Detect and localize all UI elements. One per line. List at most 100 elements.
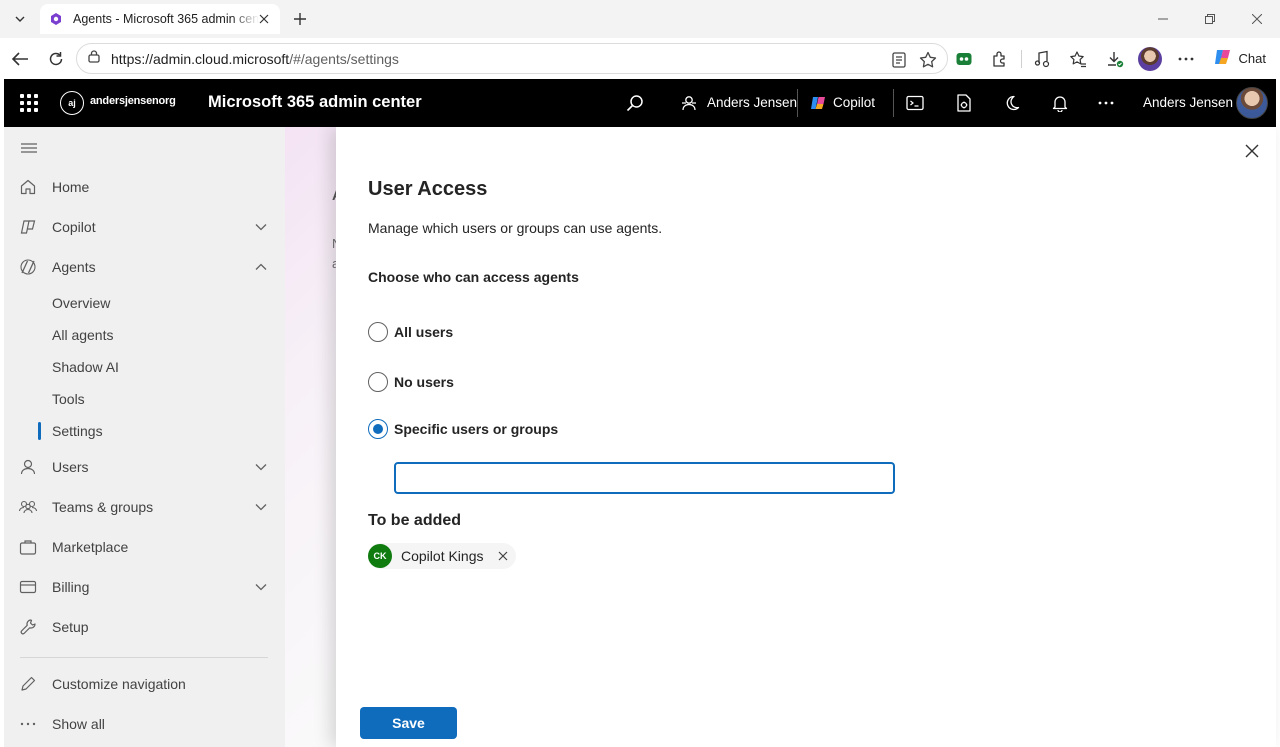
profile-photo — [1138, 47, 1162, 71]
users-groups-search-input[interactable] — [394, 462, 895, 494]
user-name[interactable]: Anders Jensen — [1143, 95, 1233, 110]
terminal-icon[interactable] — [903, 91, 927, 115]
panel-description: Manage which users or groups can use age… — [368, 220, 663, 236]
nav-item-copilot[interactable]: Copilot — [4, 207, 285, 247]
new-tab-plus-icon[interactable] — [288, 8, 312, 30]
extensions-puzzle-icon[interactable] — [988, 47, 1012, 71]
tab-close-icon[interactable] — [256, 11, 272, 27]
nav-label-home: Home — [52, 179, 90, 195]
back-arrow-icon[interactable] — [7, 46, 33, 72]
tab-actions-chevron-icon[interactable] — [8, 8, 32, 30]
url-host: https://admin.cloud.microsoft — [111, 50, 290, 67]
account-switch-label[interactable]: Anders Jensen — [707, 95, 797, 110]
nav-sub-all-agents[interactable]: All agents — [4, 319, 285, 351]
wrench-icon — [18, 617, 38, 637]
nav-item-show-all[interactable]: Show all — [4, 704, 285, 744]
radio-no-users[interactable]: No users — [368, 371, 454, 393]
nav-sub-tools[interactable]: Tools — [4, 383, 285, 415]
radio-label: All users — [394, 324, 454, 340]
nav-sub-settings[interactable]: Settings — [4, 415, 285, 447]
refresh-icon[interactable] — [43, 46, 69, 72]
nav-label-customize: Customize navigation — [52, 676, 186, 692]
document-admin-icon[interactable] — [952, 91, 976, 115]
user-avatar[interactable] — [1236, 87, 1268, 119]
card-icon — [18, 577, 38, 597]
downloads-icon[interactable] — [1103, 47, 1127, 71]
remove-chip-close-icon[interactable] — [496, 549, 510, 563]
media-control-icon[interactable] — [1030, 47, 1054, 71]
nav-item-billing[interactable]: Billing — [4, 567, 285, 607]
nav-label-agents: Agents — [52, 259, 96, 275]
address-bar[interactable]: https://admin.cloud.microsoft/#/agents/s… — [76, 43, 948, 74]
user-icon — [18, 457, 38, 477]
nav-item-home[interactable]: Home — [4, 167, 285, 207]
chevron-down-icon[interactable] — [253, 579, 269, 595]
copilot-label[interactable]: Copilot — [833, 95, 875, 110]
header-divider-2 — [893, 89, 894, 117]
nav-divider — [20, 657, 268, 658]
nav-label-show-all: Show all — [52, 716, 105, 732]
collapse-nav-hamburger-icon[interactable] — [20, 141, 38, 153]
radio-button-selected[interactable] — [368, 419, 388, 439]
nav-item-agents[interactable]: Agents — [4, 247, 285, 287]
browser-tab-bar: Agents - Microsoft 365 admin center — [0, 0, 1280, 38]
left-navigation: Home Copilot Agents Overview All agents … — [4, 127, 285, 747]
chevron-up-icon[interactable] — [253, 259, 269, 275]
more-ellipsis-icon[interactable] — [1094, 91, 1118, 115]
copilot-chat-button[interactable]: Chat — [1207, 45, 1272, 72]
favorite-star-icon[interactable] — [918, 50, 938, 70]
app-title[interactable]: Microsoft 365 admin center — [208, 93, 422, 112]
chevron-down-icon[interactable] — [253, 219, 269, 235]
chevron-down-icon[interactable] — [253, 459, 269, 475]
nav-item-setup[interactable]: Setup — [4, 607, 285, 647]
app-launcher-icon[interactable] — [18, 92, 40, 114]
reading-view-icon[interactable] — [889, 50, 909, 70]
header-divider — [797, 89, 798, 117]
profile-avatar[interactable] — [1138, 47, 1162, 71]
radio-button[interactable] — [368, 372, 388, 392]
panel-close-icon[interactable] — [1242, 141, 1262, 161]
group-avatar: CK — [368, 544, 392, 568]
minimize-icon[interactable] — [1139, 0, 1186, 38]
radio-button[interactable] — [368, 322, 388, 342]
radio-all-users[interactable]: All users — [368, 321, 453, 343]
restore-icon[interactable] — [1186, 0, 1233, 38]
nav-item-marketplace[interactable]: Marketplace — [4, 527, 285, 567]
window-controls — [1139, 0, 1280, 38]
nav-item-customize-navigation[interactable]: Customize navigation — [4, 664, 285, 704]
search-icon[interactable] — [623, 91, 647, 115]
nav-item-users[interactable]: Users — [4, 447, 285, 487]
nav-sub-label: Overview — [52, 295, 111, 311]
notifications-bell-icon[interactable] — [1048, 91, 1072, 115]
extension-green-icon[interactable] — [952, 47, 976, 71]
more-options-icon[interactable] — [1174, 47, 1198, 71]
org-logo[interactable]: aj — [60, 91, 84, 115]
nav-sub-label: All agents — [52, 327, 114, 343]
group-name: Copilot Kings — [401, 548, 484, 564]
nav-sub-label: Settings — [52, 423, 103, 439]
favorites-icon[interactable] — [1066, 47, 1090, 71]
agents-icon — [18, 257, 38, 277]
toolbar-divider — [1021, 50, 1022, 68]
active-indicator — [38, 422, 41, 440]
dark-mode-moon-icon[interactable] — [1000, 91, 1024, 115]
account-switch-icon[interactable] — [677, 91, 701, 115]
site-info-lock-icon[interactable] — [87, 49, 101, 68]
user-access-panel: User Access Manage which users or groups… — [336, 127, 1276, 747]
radio-specific-users-groups[interactable]: Specific users or groups — [368, 418, 558, 440]
nav-sub-shadow-ai[interactable]: Shadow AI — [4, 351, 285, 383]
tab-title: Agents - Microsoft 365 admin center — [73, 12, 259, 26]
nav-sub-overview[interactable]: Overview — [4, 287, 285, 319]
window-close-icon[interactable] — [1233, 0, 1280, 38]
m365-header: aj andersjensenorg Microsoft 365 admin c… — [4, 79, 1276, 127]
url-text: https://admin.cloud.microsoft/#/agents/s… — [111, 51, 399, 67]
browser-tab[interactable]: Agents - Microsoft 365 admin center — [40, 4, 280, 34]
copilot-icon[interactable] — [807, 91, 831, 115]
nav-label-teams-groups: Teams & groups — [52, 499, 154, 515]
panel-title: User Access — [368, 178, 488, 200]
radio-label: Specific users or groups — [394, 421, 559, 437]
m365-favicon-icon — [48, 11, 64, 27]
save-button[interactable]: Save — [360, 707, 457, 739]
nav-item-teams-groups[interactable]: Teams & groups — [4, 487, 285, 527]
chevron-down-icon[interactable] — [253, 499, 269, 515]
